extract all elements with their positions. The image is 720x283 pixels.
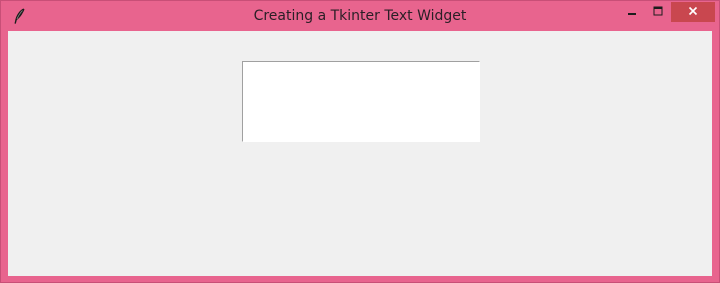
app-window: Creating a Tkinter Text Widget (0, 0, 720, 283)
minimize-button[interactable] (619, 2, 645, 22)
minimize-icon (627, 3, 637, 21)
text-widget[interactable] (242, 61, 480, 142)
maximize-button[interactable] (645, 2, 671, 22)
maximize-icon (653, 3, 663, 21)
close-button[interactable] (671, 2, 715, 22)
window-client-area (8, 31, 712, 276)
close-icon (688, 3, 698, 21)
title-bar[interactable]: Creating a Tkinter Text Widget (1, 1, 719, 31)
window-title: Creating a Tkinter Text Widget (253, 8, 467, 24)
